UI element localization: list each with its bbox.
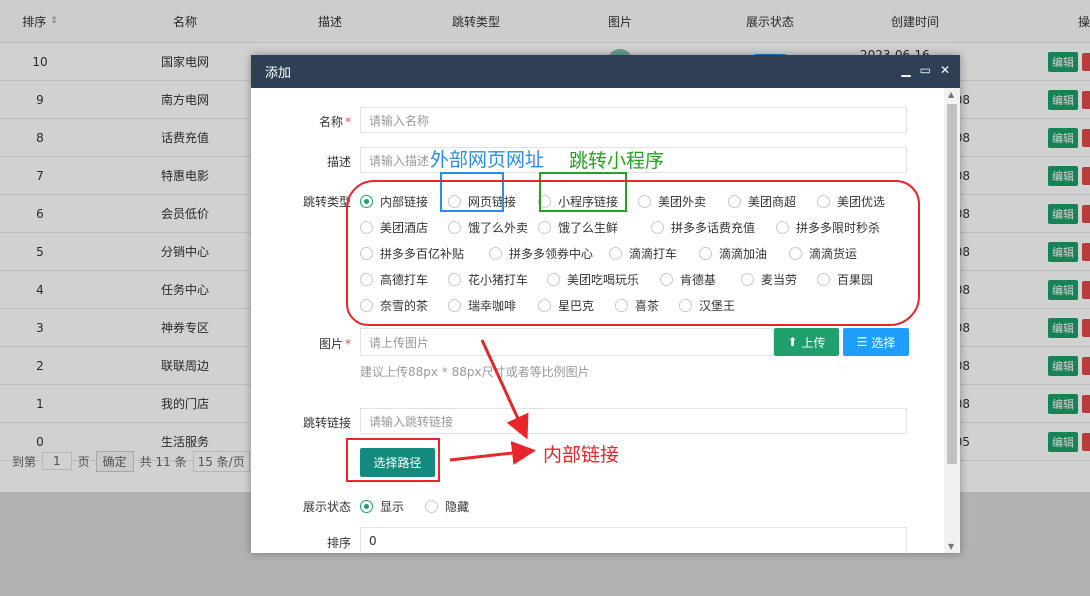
arrow-from-select-path xyxy=(449,441,536,465)
arrow-to-internal-link xyxy=(480,339,529,440)
annotation-arrows xyxy=(449,339,536,465)
